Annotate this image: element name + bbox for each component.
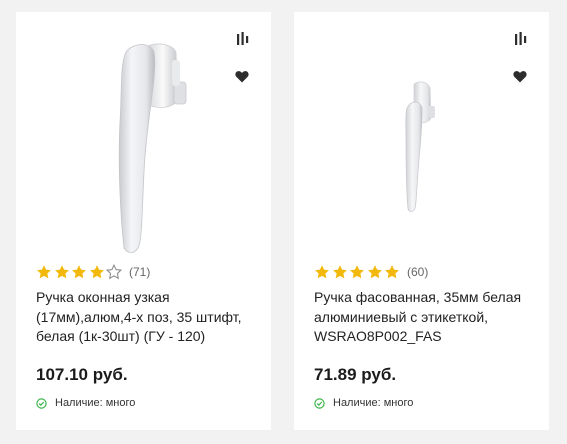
star-filled-icon bbox=[367, 265, 382, 279]
check-circle-icon bbox=[36, 397, 47, 409]
availability-text: Наличие: много bbox=[55, 397, 136, 409]
rating: (71) bbox=[36, 264, 150, 280]
reviews-count[interactable]: (71) bbox=[129, 264, 150, 280]
product-card[interactable]: (71) Ручка оконная узкая (17мм),алюм,4-х… bbox=[16, 12, 271, 430]
reviews-count[interactable]: (60) bbox=[407, 264, 428, 280]
star-filled-icon bbox=[350, 265, 365, 279]
star-filled-icon bbox=[89, 265, 104, 279]
product-title[interactable]: Ручка оконная узкая (17мм),алюм,4-х поз,… bbox=[36, 288, 258, 347]
product-price: 71.89 руб. bbox=[314, 365, 397, 384]
availability: Наличие: много bbox=[314, 396, 413, 410]
star-filled-icon bbox=[54, 265, 69, 279]
product-card[interactable]: (60) Ручка фасованная, 35мм белая алюмин… bbox=[294, 12, 549, 430]
star-rating bbox=[314, 264, 402, 280]
catalog-page: { "colors": { "star_filled": "#f2b90c", … bbox=[0, 0, 567, 444]
star-empty-icon bbox=[106, 264, 123, 280]
star-filled-icon bbox=[315, 265, 329, 279]
availability-text: Наличие: много bbox=[333, 397, 414, 409]
product-image[interactable] bbox=[294, 12, 549, 257]
product-price: 107.10 руб. bbox=[36, 365, 128, 384]
rating: (60) bbox=[314, 264, 428, 280]
star-filled-icon bbox=[72, 265, 87, 279]
check-circle-icon bbox=[314, 397, 325, 409]
star-filled-icon bbox=[37, 265, 51, 279]
product-image[interactable] bbox=[16, 12, 271, 257]
availability: Наличие: много bbox=[36, 396, 135, 410]
star-filled-icon bbox=[332, 265, 347, 279]
star-filled-icon bbox=[385, 265, 400, 279]
product-title[interactable]: Ручка фасованная, 35мм белая алюминиевый… bbox=[314, 288, 536, 347]
star-rating bbox=[36, 264, 124, 280]
